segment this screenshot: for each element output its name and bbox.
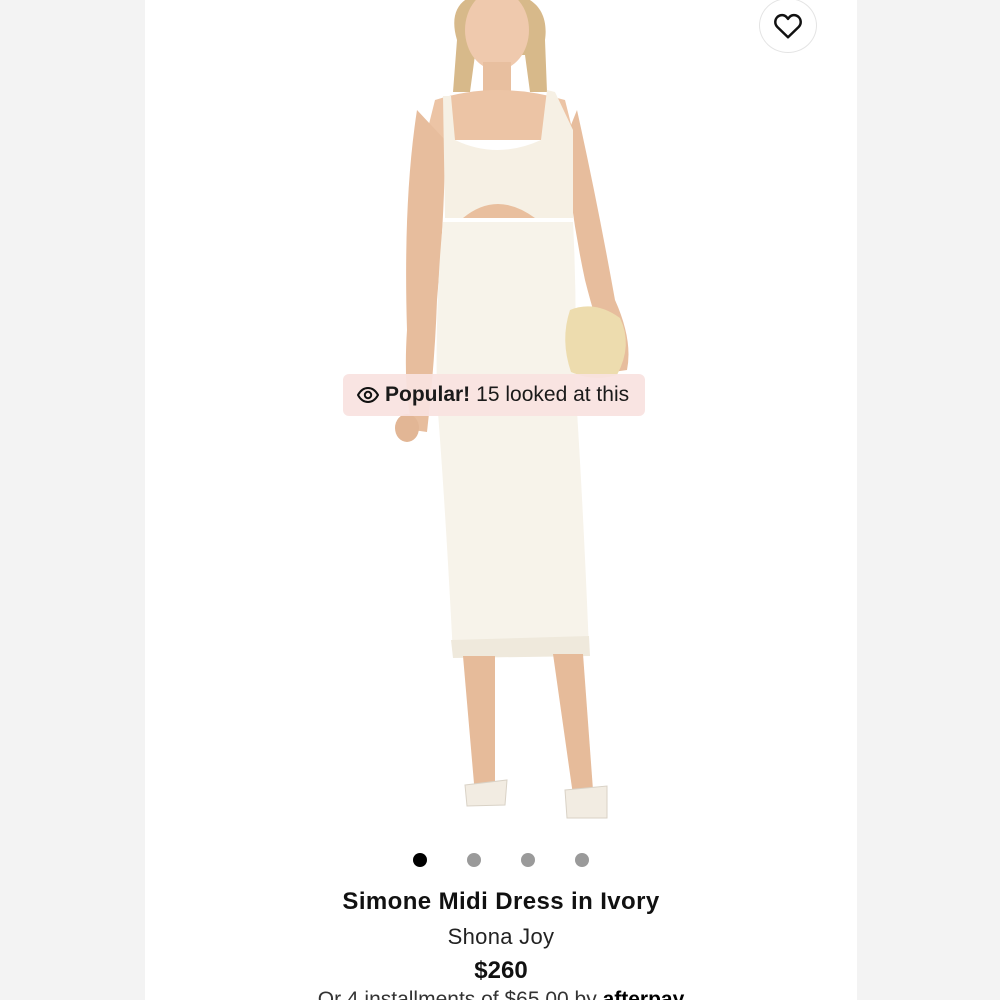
installments-text: Or 4 installments of $65.00 by afterpay xyxy=(145,988,857,1000)
product-price: $260 xyxy=(474,957,528,984)
popular-badge: Popular! 15 looked at this xyxy=(343,374,646,416)
product-photo[interactable] xyxy=(145,0,857,840)
installments-prefix: Or 4 installments of $65.00 by xyxy=(317,988,597,1000)
carousel-dot-4[interactable] xyxy=(575,853,589,867)
afterpay-logo[interactable]: afterpay xyxy=(603,988,685,1000)
left-background-blur xyxy=(0,0,145,1000)
badge-text: 15 looked at this xyxy=(476,383,630,406)
product-brand[interactable]: Shona Joy xyxy=(145,924,857,950)
badge-strong-text: Popular! xyxy=(385,383,471,406)
wishlist-button[interactable] xyxy=(759,0,817,53)
eye-icon xyxy=(357,387,379,403)
carousel-dot-3[interactable] xyxy=(521,853,535,867)
product-page: Popular! 15 looked at this Simone Midi D… xyxy=(145,0,857,1000)
carousel-dots xyxy=(145,853,857,867)
carousel-dot-2[interactable] xyxy=(467,853,481,867)
right-background-blur xyxy=(855,0,1000,1000)
carousel-dot-1[interactable] xyxy=(413,853,427,867)
product-title: Simone Midi Dress in Ivory xyxy=(342,888,660,915)
heart-icon xyxy=(774,13,802,38)
